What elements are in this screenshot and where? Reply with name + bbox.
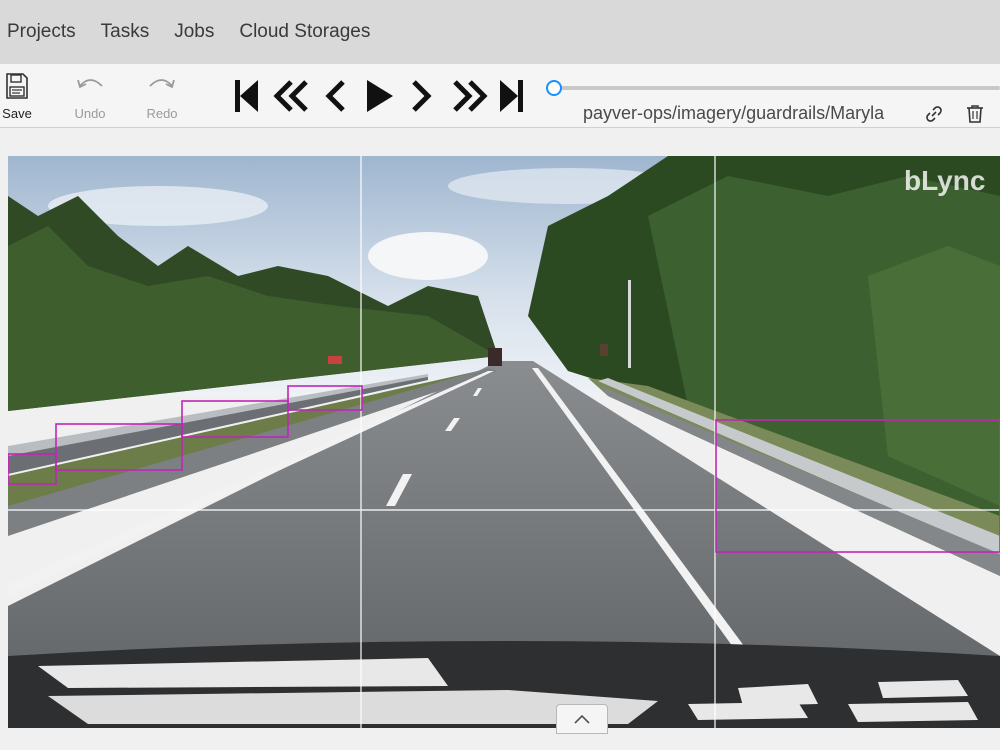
last-frame-icon: [500, 80, 523, 112]
previous-frame-button[interactable]: [323, 76, 347, 116]
frame-slider[interactable]: [546, 80, 1000, 96]
watermark-text: bLync: [904, 165, 985, 196]
bottom-panel-strip: [0, 728, 1000, 750]
redo-icon: [149, 79, 175, 89]
next-frame-button[interactable]: [410, 76, 434, 116]
play-button[interactable]: [364, 76, 394, 116]
slider-handle[interactable]: [546, 80, 562, 96]
previous-frame-icon: [325, 80, 345, 112]
delete-frame-button[interactable]: [965, 104, 985, 129]
fast-backward-icon: [273, 80, 308, 112]
chevron-up-icon: [574, 714, 590, 724]
first-frame-button[interactable]: [232, 76, 260, 116]
video-frame[interactable]: bLync: [8, 156, 1000, 728]
slider-track: [554, 86, 1000, 90]
last-frame-button[interactable]: [498, 76, 526, 116]
redo-label: Redo: [146, 106, 178, 121]
link-icon: [926, 106, 942, 122]
expand-panel-button[interactable]: [556, 704, 608, 734]
save-label: Save: [2, 106, 32, 121]
redo-button[interactable]: Redo: [138, 70, 186, 124]
nav-projects[interactable]: Projects: [0, 21, 84, 43]
top-navigation: Projects Tasks Jobs Cloud Storages: [0, 0, 1000, 64]
first-frame-icon: [235, 80, 258, 112]
job-filename: payver-ops/imagery/guardrails/Maryla: [583, 103, 885, 123]
fast-backward-button[interactable]: [273, 76, 311, 116]
undo-button[interactable]: Undo: [66, 70, 114, 124]
nav-jobs[interactable]: Jobs: [166, 21, 222, 43]
fast-forward-icon: [453, 80, 488, 112]
trash-icon: [967, 105, 983, 123]
copy-link-button[interactable]: [924, 104, 944, 129]
save-button[interactable]: Save: [0, 70, 34, 124]
play-icon: [367, 80, 393, 112]
save-icon: [6, 73, 28, 99]
fast-forward-button[interactable]: [450, 76, 488, 116]
undo-icon: [77, 79, 103, 89]
next-frame-icon: [412, 80, 432, 112]
road-scene-image: bLync: [8, 156, 1000, 728]
undo-label: Undo: [74, 106, 106, 121]
nav-tasks[interactable]: Tasks: [93, 21, 158, 43]
nav-cloud-storages[interactable]: Cloud Storages: [231, 21, 378, 43]
